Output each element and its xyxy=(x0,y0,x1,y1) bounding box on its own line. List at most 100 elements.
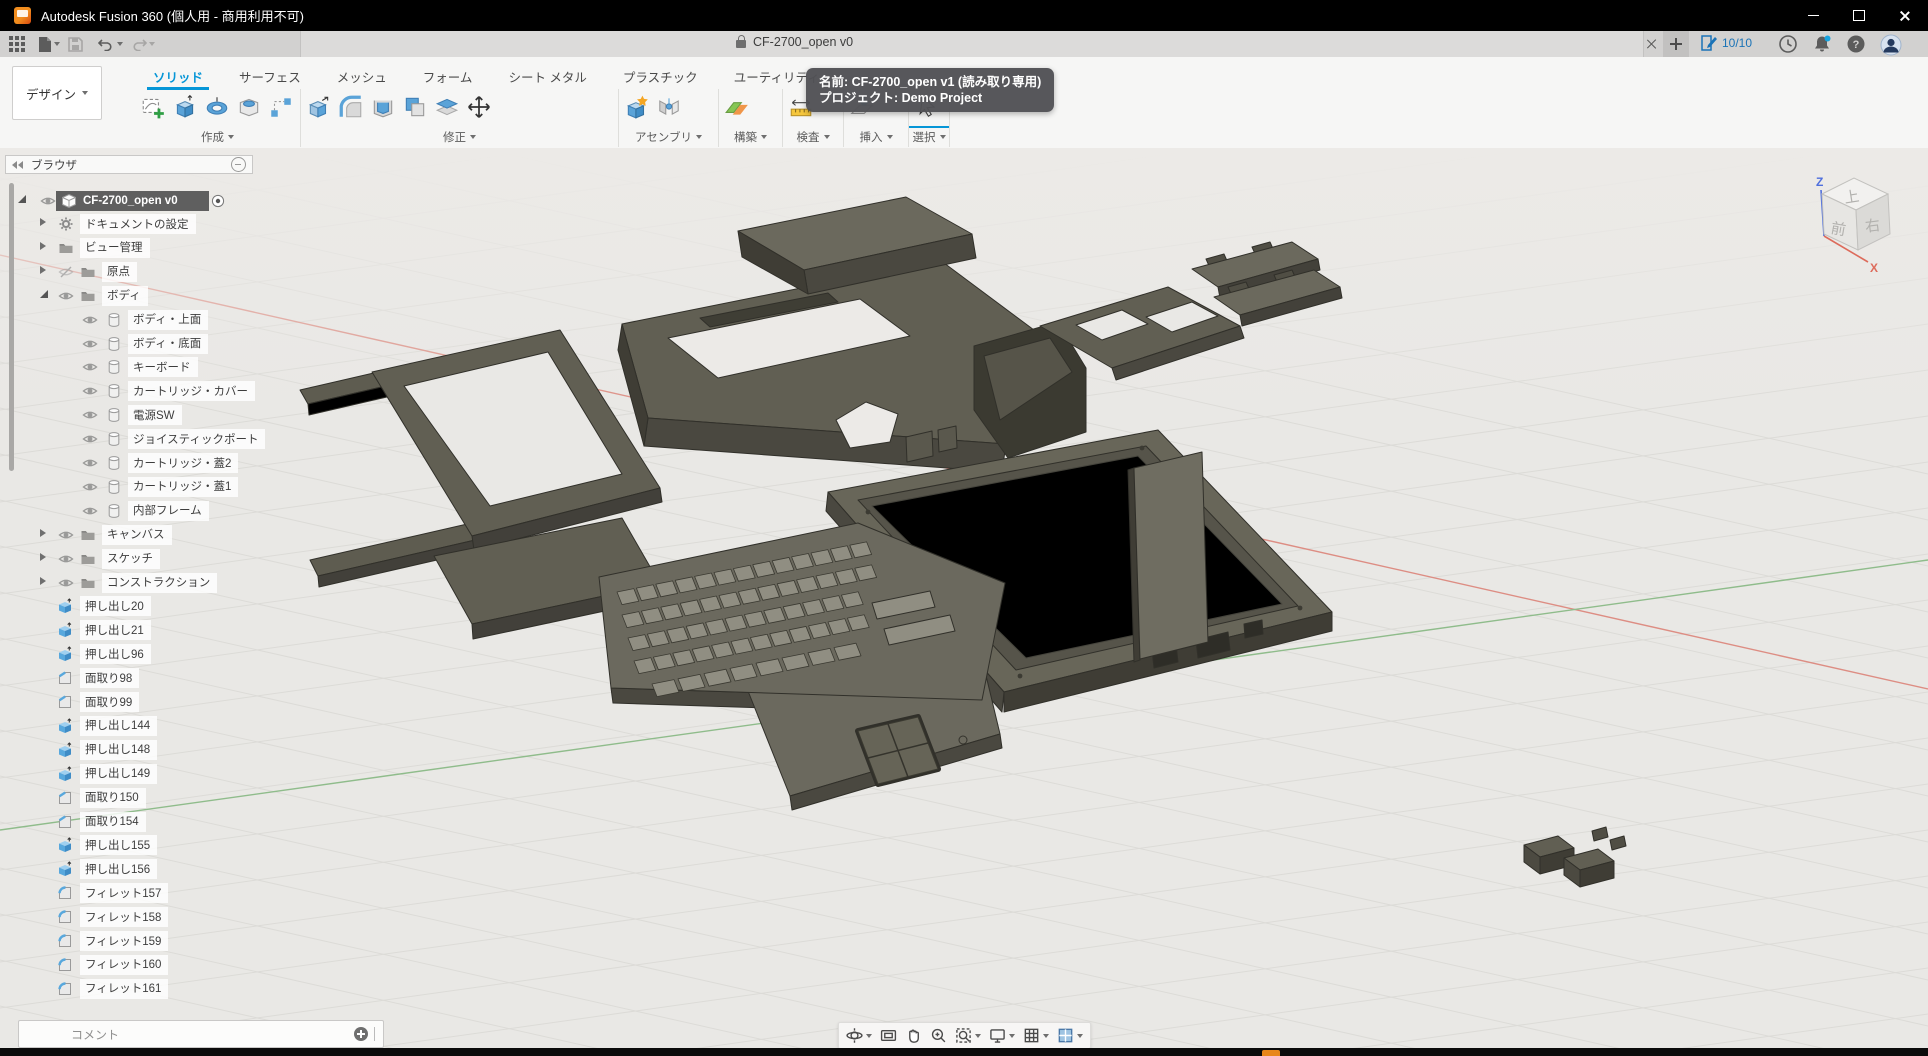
browser-item[interactable]: キーボード xyxy=(0,357,320,377)
hole-tool-button[interactable] xyxy=(234,91,264,123)
browser-item[interactable]: 電源SW xyxy=(0,405,320,425)
expand-arrow-icon[interactable] xyxy=(40,242,46,250)
browser-item[interactable]: フィレット160 xyxy=(0,955,320,975)
expand-arrow-icon[interactable] xyxy=(40,553,46,561)
plane-tool-button[interactable] xyxy=(722,91,752,123)
visibility-eye-icon[interactable] xyxy=(82,407,98,423)
expand-arrow-icon[interactable] xyxy=(40,218,46,226)
browser-item[interactable]: 押し出し156 xyxy=(0,859,320,879)
visibility-eye-icon[interactable] xyxy=(58,551,74,567)
expand-arrow-icon[interactable] xyxy=(40,529,46,537)
presspull-tool-button[interactable] xyxy=(304,91,334,123)
redo-button[interactable] xyxy=(130,34,155,54)
visibility-eye-icon[interactable] xyxy=(82,431,98,447)
visibility-eye-icon[interactable] xyxy=(82,312,98,328)
expand-arrow-icon[interactable] xyxy=(18,195,26,203)
close-button[interactable] xyxy=(1882,0,1928,31)
expand-arrow-icon[interactable] xyxy=(40,577,46,585)
tab-ソリッド[interactable]: ソリッド xyxy=(135,63,221,87)
browser-item[interactable]: コンストラクション xyxy=(0,573,320,593)
browser-item[interactable]: ボディ・底面 xyxy=(0,334,320,354)
data-panel-button[interactable] xyxy=(8,34,26,54)
revolve-tool-button[interactable] xyxy=(202,91,232,123)
browser-item[interactable]: キャンバス xyxy=(0,525,320,545)
save-button[interactable] xyxy=(68,34,83,54)
browser-item[interactable]: 面取り154 xyxy=(0,812,320,832)
viewports-button[interactable] xyxy=(1057,1027,1083,1044)
orbit-button[interactable] xyxy=(846,1027,872,1044)
browser-item[interactable]: カートリッジ・蓋2 xyxy=(0,453,320,473)
view-cube[interactable]: Z X 上 前 右 xyxy=(1788,150,1928,280)
extrude-tool-button[interactable] xyxy=(170,91,200,123)
visibility-eye-icon[interactable] xyxy=(82,383,98,399)
browser-item[interactable]: 押し出し20 xyxy=(0,596,320,616)
notifications-history-button[interactable] xyxy=(1778,34,1798,54)
comment-bar[interactable]: コメント xyxy=(18,1020,384,1048)
maximize-button[interactable] xyxy=(1836,0,1882,31)
panel-label-アセンブリ[interactable]: アセンブリ xyxy=(619,129,718,145)
browser-item[interactable]: 押し出し149 xyxy=(0,764,320,784)
display-settings-button[interactable] xyxy=(989,1027,1015,1044)
visibility-eye-icon[interactable] xyxy=(82,503,98,519)
browser-item[interactable]: フィレット161 xyxy=(0,979,320,999)
root-item-label[interactable]: CF-2700_open v0 xyxy=(56,191,209,211)
tab-プラスチック[interactable]: プラスチック xyxy=(605,63,716,87)
fillet-tool-button[interactable] xyxy=(336,91,366,123)
job-status-button[interactable]: 10/10 xyxy=(1700,34,1752,52)
grid-settings-button[interactable] xyxy=(1023,1027,1049,1044)
browser-item[interactable]: スケッチ xyxy=(0,549,320,569)
browser-item[interactable]: ボディ xyxy=(0,286,320,306)
browser-item[interactable]: 面取り99 xyxy=(0,692,320,712)
panel-label-挿入[interactable]: 挿入 xyxy=(844,129,908,145)
browser-item[interactable]: ドキュメントの設定 xyxy=(0,214,320,234)
part-inner-wall[interactable] xyxy=(1128,452,1208,662)
shell-tool-button[interactable] xyxy=(368,91,398,123)
visibility-eye-icon[interactable] xyxy=(82,359,98,375)
collapse-panel-icon[interactable] xyxy=(12,161,23,169)
notifications-button[interactable] xyxy=(1812,34,1832,54)
fit-button[interactable] xyxy=(955,1027,981,1044)
browser-item[interactable]: 内部フレーム xyxy=(0,501,320,521)
visibility-eye-icon[interactable] xyxy=(58,264,74,280)
browser-item[interactable]: 原点 xyxy=(0,262,320,282)
panel-label-検査[interactable]: 検査 xyxy=(783,129,843,145)
document-tab[interactable]: CF-2700_open v0 xyxy=(300,31,1644,57)
help-button[interactable]: ? xyxy=(1846,34,1866,54)
pan-button[interactable] xyxy=(905,1027,922,1044)
browser-item[interactable]: ジョイスティックポート xyxy=(0,429,320,449)
sketch-tool-button[interactable] xyxy=(138,91,168,123)
file-menu-button[interactable] xyxy=(38,34,60,54)
add-comment-icon[interactable] xyxy=(354,1027,368,1041)
browser-item[interactable]: フィレット158 xyxy=(0,907,320,927)
account-avatar[interactable] xyxy=(1880,34,1900,54)
workspace-selector[interactable]: デザイン xyxy=(12,66,102,120)
browser-item[interactable]: ボディ・上面 xyxy=(0,310,320,330)
browser-item[interactable]: フィレット159 xyxy=(0,931,320,951)
browser-item[interactable]: 面取り150 xyxy=(0,788,320,808)
zoom-button[interactable] xyxy=(930,1027,947,1044)
visibility-eye-icon[interactable] xyxy=(40,193,56,209)
browser-item[interactable]: 押し出し144 xyxy=(0,716,320,736)
tab-フォーム[interactable]: フォーム xyxy=(405,63,491,87)
browser-item[interactable]: カートリッジ・カバー xyxy=(0,381,320,401)
browser-item[interactable]: フィレット157 xyxy=(0,883,320,903)
visibility-eye-icon[interactable] xyxy=(82,336,98,352)
panel-label-作成[interactable]: 作成 xyxy=(135,129,300,145)
panel-label-構築[interactable]: 構築 xyxy=(719,129,782,145)
visibility-eye-icon[interactable] xyxy=(58,527,74,543)
move-tool-button[interactable] xyxy=(464,91,494,123)
new-component-tool-button[interactable] xyxy=(622,91,652,123)
tab-シート メタル[interactable]: シート メタル xyxy=(490,63,604,87)
browser-item[interactable]: 面取り98 xyxy=(0,668,320,688)
tab-サーフェス[interactable]: サーフェス xyxy=(221,63,319,87)
expand-arrow-icon[interactable] xyxy=(40,266,46,274)
look-at-button[interactable] xyxy=(880,1027,897,1044)
joint-tool-button[interactable] xyxy=(654,91,684,123)
minimize-button[interactable] xyxy=(1790,0,1836,31)
expand-arrow-icon[interactable] xyxy=(40,290,48,298)
browser-item[interactable]: カートリッジ・蓋1 xyxy=(0,477,320,497)
visibility-eye-icon[interactable] xyxy=(58,288,74,304)
undo-button[interactable] xyxy=(98,34,123,54)
browser-item[interactable]: ビュー管理 xyxy=(0,238,320,258)
tab-メッシュ[interactable]: メッシュ xyxy=(319,63,405,87)
